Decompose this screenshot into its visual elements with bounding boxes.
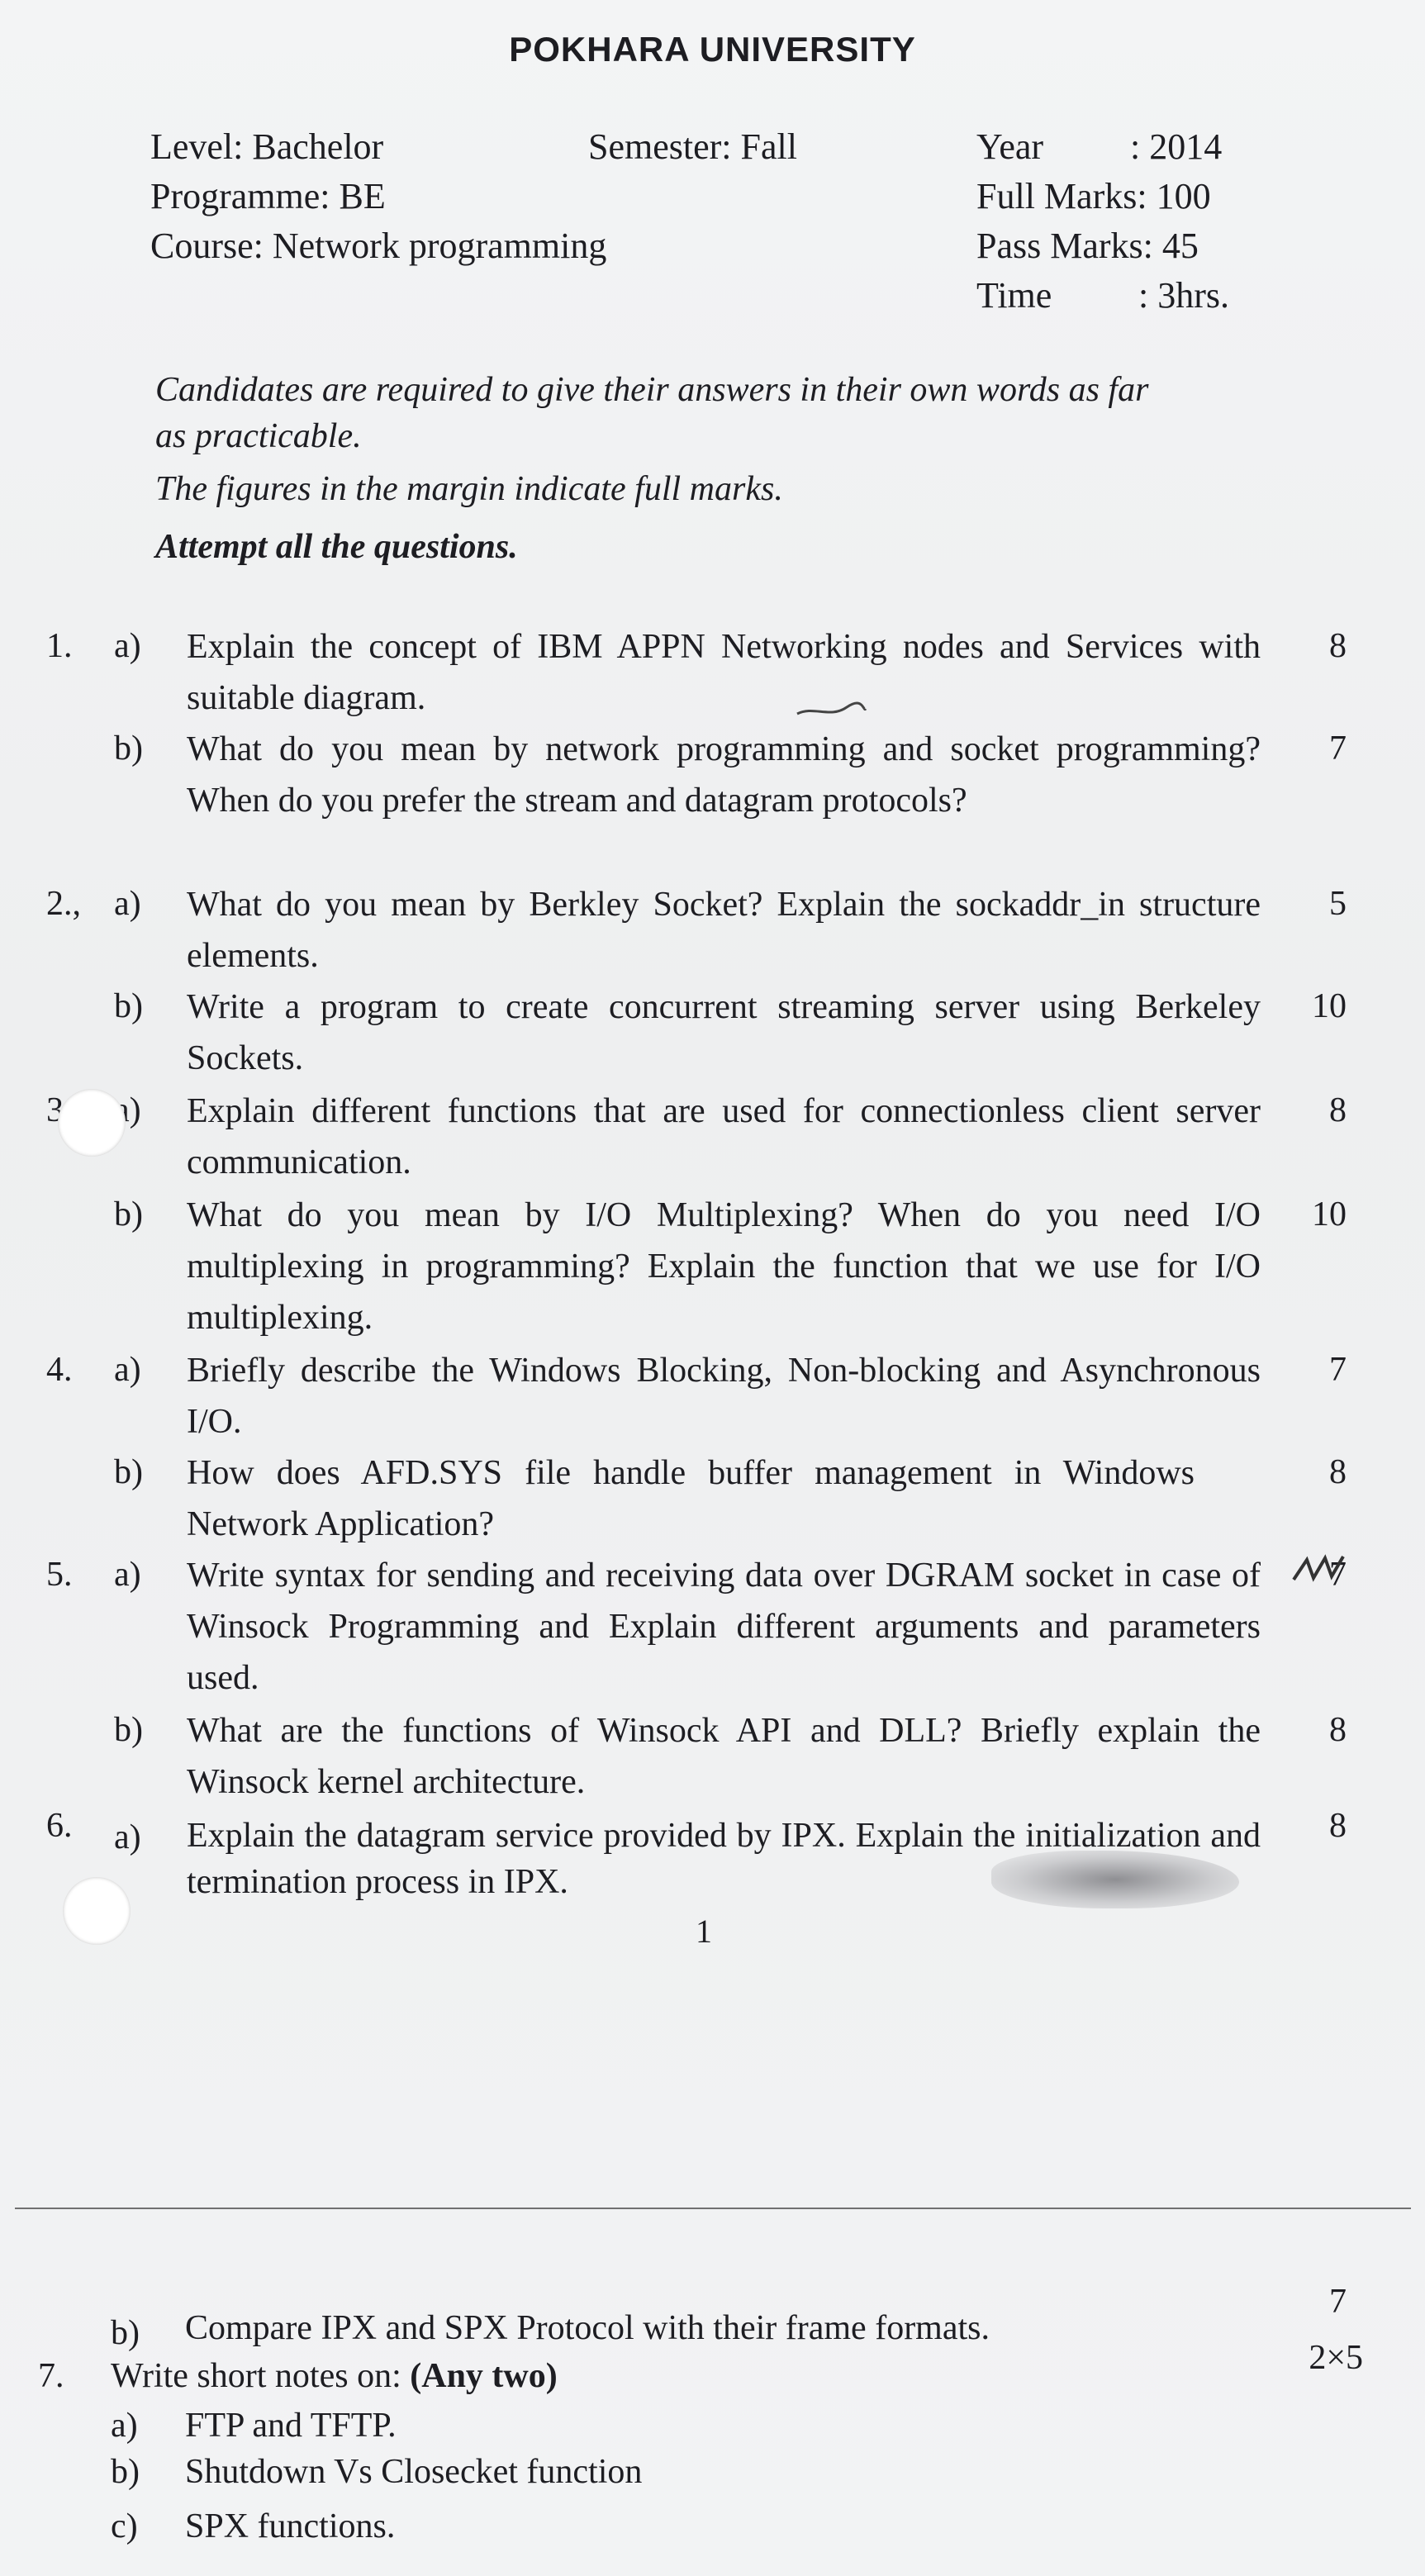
full-marks: Full Marks: 100 bbox=[976, 176, 1211, 216]
subquestion-label: b) bbox=[111, 2314, 140, 2352]
subquestion-label: a) bbox=[114, 1556, 141, 1594]
subquestion-label: a) bbox=[114, 627, 141, 665]
short-notes-text: Write short notes on: bbox=[111, 2357, 411, 2395]
time-value: : 3hrs. bbox=[1138, 275, 1229, 316]
question-text: What do you mean by I/O Multiplexing? Wh… bbox=[187, 1196, 1261, 1337]
instruction-line-3: The figures in the margin indicate full … bbox=[155, 470, 783, 508]
question-marks: 8 bbox=[1329, 1091, 1347, 1129]
question-text: SPX functions. bbox=[185, 2507, 396, 2545]
question-text: Explain the concept of IBM APPN Networki… bbox=[187, 628, 1261, 717]
question-number: 5. bbox=[46, 1556, 73, 1594]
subquestion-label: b) bbox=[111, 2453, 140, 2491]
pen-scribble bbox=[796, 701, 867, 715]
question-number: 7. bbox=[38, 2357, 64, 2395]
question-text: Shutdown Vs Closecket function bbox=[185, 2453, 643, 2491]
instruction-line-2: as practicable. bbox=[155, 417, 362, 455]
instruction-line-1: Candidates are required to give their an… bbox=[155, 371, 1149, 409]
question-marks: 8 bbox=[1329, 1453, 1347, 1491]
year-value: : 2014 bbox=[1130, 126, 1223, 167]
university-title: POKHARA UNIVERSITY bbox=[509, 30, 916, 69]
pen-scribble bbox=[1292, 1554, 1345, 1582]
subquestion-label: b) bbox=[114, 1711, 143, 1749]
question-marks: 8 bbox=[1329, 627, 1347, 665]
page-number: 1 bbox=[696, 1913, 712, 1950]
course-label: Course: Network programming bbox=[150, 226, 607, 266]
question-marks: 8 bbox=[1329, 1807, 1347, 1845]
programme-label: Programme: BE bbox=[150, 176, 386, 216]
subquestion-label: b) bbox=[114, 1195, 143, 1233]
semester-label: Semester: Fall bbox=[588, 126, 797, 167]
short-notes-qualifier: (Any two) bbox=[410, 2357, 558, 2395]
question-marks: 2×5 bbox=[1309, 2339, 1363, 2377]
question-text: Compare IPX and SPX Protocol with their … bbox=[185, 2309, 990, 2347]
punch-hole bbox=[58, 1089, 126, 1157]
question-number: 6. bbox=[46, 1807, 73, 1845]
question-text: Briefly describe the Windows Blocking, N… bbox=[187, 1352, 1261, 1441]
subquestion-label: a) bbox=[114, 885, 141, 923]
question-number: 2., bbox=[46, 885, 81, 923]
level-label: Level: Bachelor bbox=[150, 126, 384, 167]
question-text: FTP and TFTP. bbox=[185, 2407, 397, 2445]
subquestion-label: a) bbox=[114, 1351, 141, 1389]
subquestion-label: b) bbox=[114, 1453, 143, 1491]
question-marks: 7 bbox=[1329, 1351, 1347, 1389]
question-text: Write syntax for sending and receiving d… bbox=[187, 1557, 1261, 1697]
question-marks: 8 bbox=[1329, 1711, 1347, 1749]
question-text: What are the functions of Winsock API an… bbox=[187, 1712, 1261, 1801]
year-label: Year bbox=[976, 126, 1044, 167]
question-text: Explain different functions that are use… bbox=[187, 1092, 1261, 1181]
subquestion-label: a) bbox=[114, 1818, 141, 1856]
question-marks: 10 bbox=[1312, 1195, 1347, 1233]
page-divider bbox=[15, 2208, 1411, 2209]
subquestion-label: c) bbox=[111, 2507, 138, 2545]
question-number: 4. bbox=[46, 1351, 73, 1389]
question-marks: 10 bbox=[1312, 987, 1347, 1025]
question-number: 1. bbox=[46, 627, 73, 665]
subquestion-label: b) bbox=[114, 730, 143, 768]
instruction-line-4: Attempt all the questions. bbox=[155, 528, 518, 566]
punch-hole bbox=[63, 1877, 131, 1945]
time-label: Time bbox=[976, 275, 1052, 316]
question-text: Write a program to create concurrent str… bbox=[187, 988, 1261, 1077]
question-text: What do you mean by Berkley Socket? Expl… bbox=[187, 886, 1261, 975]
subquestion-label: a) bbox=[111, 2407, 138, 2445]
question-text: How does AFD.SYS file handle buffer mana… bbox=[187, 1454, 1195, 1543]
question-marks: 7 bbox=[1329, 2283, 1347, 2321]
pass-marks: Pass Marks: 45 bbox=[976, 226, 1199, 266]
exam-paper: POKHARA UNIVERSITY Level: Bachelor Semes… bbox=[0, 0, 1425, 2576]
question-marks: 7 bbox=[1329, 730, 1347, 768]
question-marks: 5 bbox=[1329, 885, 1347, 923]
question-text: Write short notes on: (Any two) bbox=[111, 2356, 558, 2396]
subquestion-label: b) bbox=[114, 987, 143, 1025]
question-text: What do you mean by network programming … bbox=[187, 730, 1261, 820]
